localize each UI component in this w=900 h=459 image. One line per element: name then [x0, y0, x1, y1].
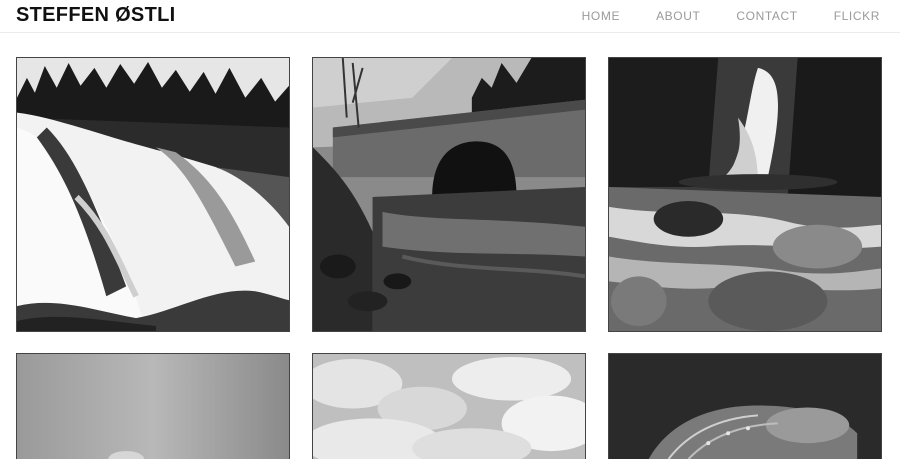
dandelion-photo-image [609, 354, 881, 459]
gallery-photo-stone-bridge[interactable] [312, 57, 586, 332]
site-title[interactable]: STEFFEN ØSTLI [16, 4, 175, 27]
waterfall-boulders-photo-image [609, 58, 881, 331]
site-header: STEFFEN ØSTLI HOME ABOUT CONTACT FLICKR [0, 0, 900, 33]
gallery-photo-blurred-figure[interactable] [16, 353, 290, 459]
nav-home-link[interactable]: HOME [582, 9, 620, 23]
gallery-photo-dandelion[interactable] [608, 353, 882, 459]
clouds-photo-image [313, 354, 585, 459]
nav-about-link[interactable]: ABOUT [656, 9, 700, 23]
gallery-photo-waterfall[interactable] [16, 57, 290, 332]
main-nav: HOME ABOUT CONTACT FLICKR [546, 9, 880, 23]
gallery-photo-clouds[interactable] [312, 353, 586, 459]
waterfall-photo-image [17, 58, 289, 331]
gallery-photo-waterfall-boulders[interactable] [608, 57, 882, 332]
blurred-figure-photo-image [17, 354, 289, 459]
bridge-photo-image [313, 58, 585, 331]
nav-flickr-link[interactable]: FLICKR [834, 9, 880, 23]
nav-contact-link[interactable]: CONTACT [736, 9, 797, 23]
